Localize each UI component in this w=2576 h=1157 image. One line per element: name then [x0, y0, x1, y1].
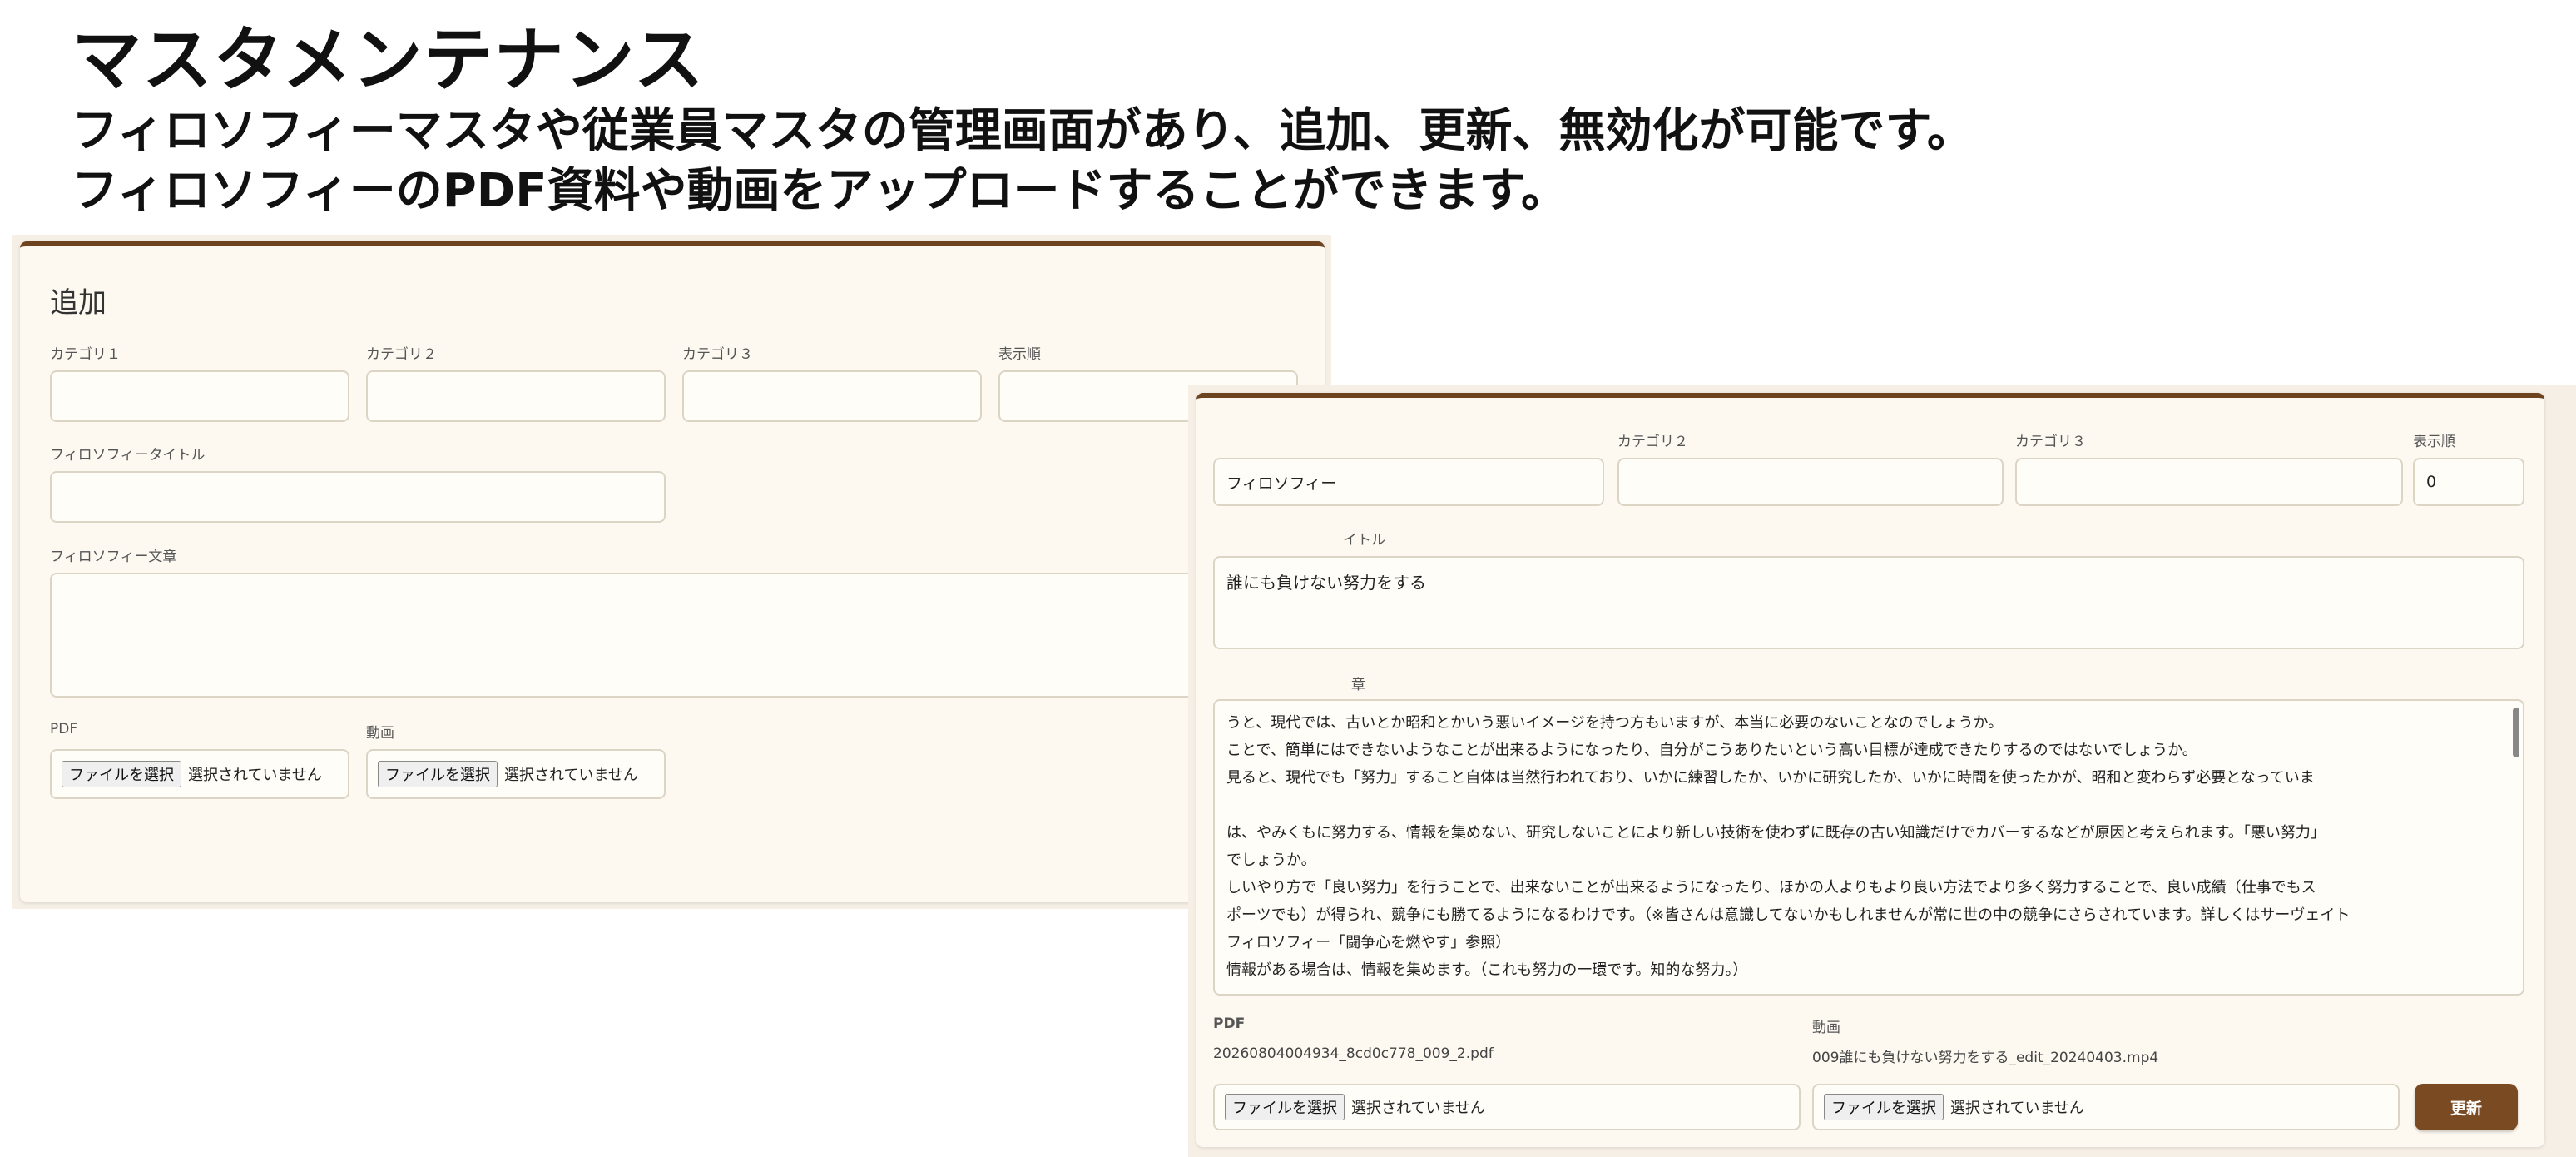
display-order-label: 表示順	[998, 346, 1041, 363]
slide-description-2: フィロソフィーのPDF資料や動画をアップロードすることができます。	[72, 164, 1568, 218]
category1-input[interactable]	[50, 370, 349, 422]
category2-input[interactable]	[366, 370, 666, 422]
body-line	[1226, 792, 2498, 819]
add-form-card: 追加 カテゴリ１ カテゴリ２ カテゴリ３ 表示順 フィロソフィータイトル フィロ…	[20, 241, 1325, 902]
video-file-input[interactable]: ファイルを選択 選択されていません	[1812, 1084, 2400, 1130]
pdf-label: PDF	[50, 721, 78, 737]
philosophy-title-label: イトル	[1343, 532, 1385, 549]
slide-headline: マスタメンテナンス フィロソフィーマスタや従業員マスタの管理画面があり、追加、更…	[72, 18, 1974, 221]
edit-form-card: カテゴリ２ カテゴリ３ 表示順 フィロソフィー 0 イトル 誰にも負けない努力を…	[1196, 393, 2544, 1147]
philosophy-body-textarea[interactable]	[50, 573, 1298, 698]
philosophy-body-label: 章	[1351, 677, 1365, 693]
category1-label: カテゴリ１	[50, 346, 121, 363]
philosophy-body-label: フィロソフィー文章	[50, 549, 177, 565]
philosophy-body-textarea[interactable]: うと、現代では、古いとか昭和とかいう悪いイメージを持つ方もいますが、本当に必要の…	[1213, 699, 2524, 996]
category2-label: カテゴリ２	[366, 346, 437, 363]
video-label: 動画	[366, 725, 394, 742]
category2-label: カテゴリ２	[1617, 434, 1688, 450]
body-line: うと、現代では、古いとか昭和とかいう悪いイメージを持つ方もいますが、本当に必要の…	[1226, 714, 2004, 732]
body-line: ポーツでも）が得られ、競争にも勝てるようになるわけです。（※皆さんは意識してない…	[1226, 906, 2351, 924]
pdf-file-input[interactable]: ファイルを選択 選択されていません	[50, 749, 349, 799]
body-line: フィロソフィー「闘争心を燃やす」参照）	[1226, 934, 1511, 951]
body-line: ことで、簡単にはできないようなことが出来るようになったり、自分がこうありたいとい…	[1226, 742, 2197, 759]
video-file-input[interactable]: ファイルを選択 選択されていません	[366, 749, 666, 799]
video-choose-file-button[interactable]: ファイルを選択	[378, 761, 498, 787]
category3-label: カテゴリ３	[2015, 434, 2086, 450]
pdf-file-status: 選択されていません	[1351, 1100, 1485, 1117]
philosophy-title-label: フィロソフィータイトル	[50, 447, 206, 464]
category3-input[interactable]	[2015, 458, 2403, 506]
body-line: 見ると、現代でも「努力」すること自体は当然行われており、いかに練習したか、いかに…	[1226, 769, 2315, 787]
pdf-file-status: 選択されていません	[188, 767, 322, 784]
add-form-heading: 追加	[50, 286, 107, 320]
video-current-filename: 009誰にも負けない努力をする_edit_20240403.mp4	[1812, 1050, 2159, 1066]
pdf-current-filename: 20260804004934_8cd0c778_009_2.pdf	[1213, 1045, 1494, 1062]
update-button[interactable]: 更新	[2415, 1084, 2518, 1130]
display-order-input[interactable]: 0	[2413, 458, 2524, 506]
edit-form-screenshot: カテゴリ２ カテゴリ３ 表示順 フィロソフィー 0 イトル 誰にも負けない努力を…	[1188, 385, 2576, 1157]
video-file-status: 選択されていません	[1950, 1100, 2084, 1117]
slide-title: マスタメンテナンス	[72, 19, 705, 101]
pdf-label: PDF	[1213, 1015, 1246, 1032]
slide-description-1: フィロソフィーマスタや従業員マスタの管理画面があり、追加、更新、無効化が可能です…	[72, 104, 1974, 158]
category3-label: カテゴリ３	[682, 346, 753, 363]
category3-input[interactable]	[682, 370, 982, 422]
video-label: 動画	[1812, 1020, 1840, 1036]
video-file-status: 選択されていません	[504, 767, 638, 784]
add-form-screenshot: 追加 カテゴリ１ カテゴリ２ カテゴリ３ 表示順 フィロソフィータイトル フィロ…	[12, 235, 1331, 909]
body-scrollbar[interactable]	[2513, 708, 2519, 757]
body-line: しいやり方で「良い努力」を行うことで、出来ないことが出来るようになったり、ほかの…	[1226, 879, 2316, 896]
category2-input[interactable]	[1617, 458, 2004, 506]
display-order-label: 表示順	[2413, 434, 2455, 450]
body-line: は、やみくもに努力する、情報を集めない、研究しないことにより新しい技術を使わずに…	[1226, 824, 2326, 842]
philosophy-title-textarea[interactable]: 誰にも負けない努力をする	[1213, 556, 2524, 649]
body-line: でしょうか。	[1226, 852, 1316, 869]
philosophy-title-input[interactable]	[50, 471, 666, 523]
pdf-file-input[interactable]: ファイルを選択 選択されていません	[1213, 1084, 1801, 1130]
body-line: 情報がある場合は、情報を集めます。（これも努力の一環です。知的な努力。）	[1226, 961, 1748, 979]
video-choose-file-button[interactable]: ファイルを選択	[1824, 1094, 1944, 1120]
pdf-choose-file-button[interactable]: ファイルを選択	[62, 761, 181, 787]
pdf-choose-file-button[interactable]: ファイルを選択	[1225, 1094, 1345, 1120]
category1-input[interactable]: フィロソフィー	[1213, 458, 1604, 506]
